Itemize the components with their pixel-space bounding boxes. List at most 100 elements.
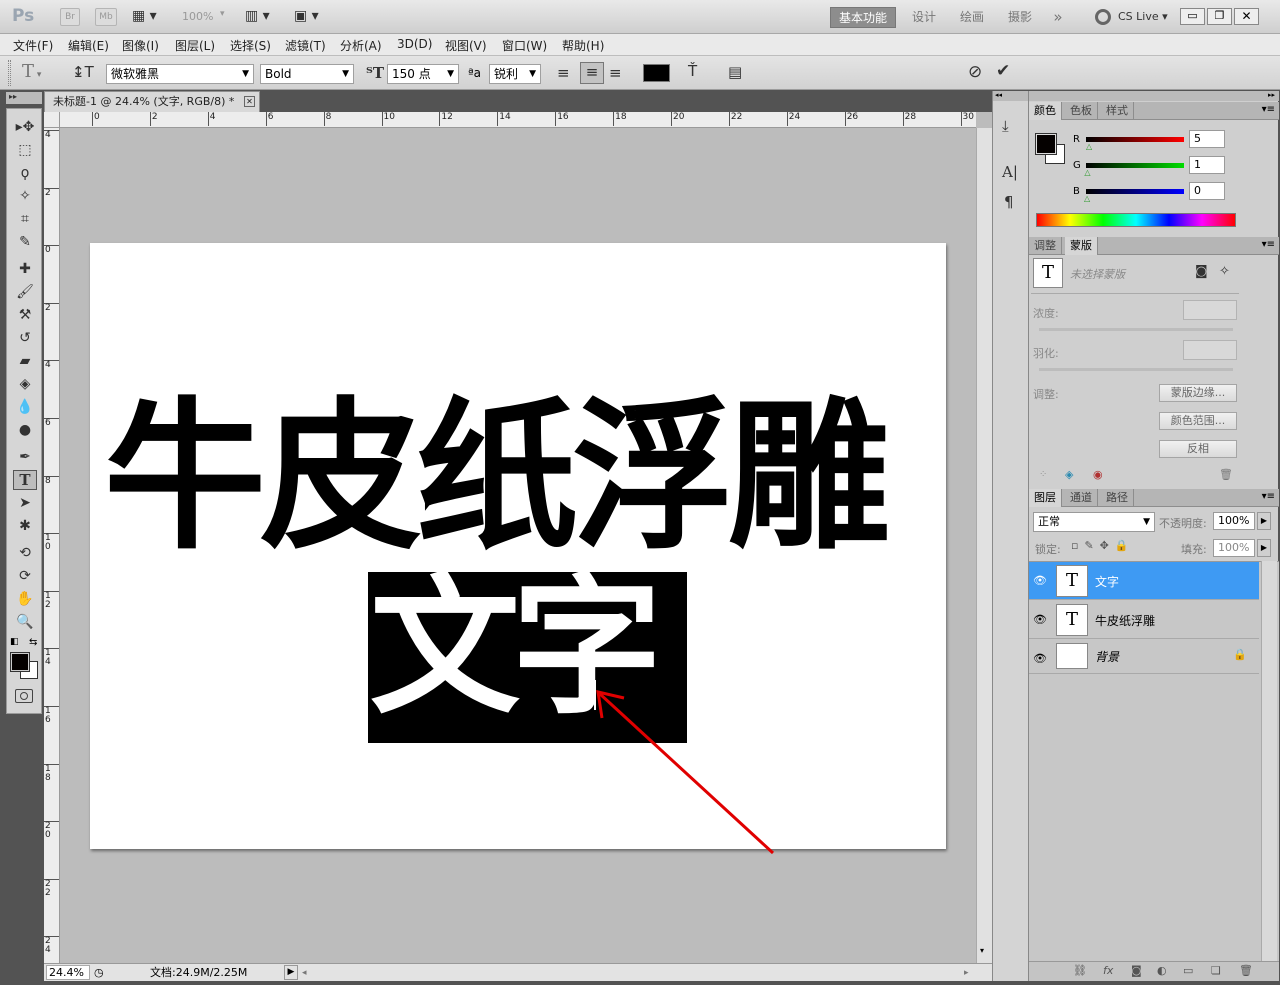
workspace-photography[interactable]: 摄影 [1002, 7, 1038, 28]
menu-layer[interactable]: 图层(L) [175, 37, 215, 54]
quick-select-tool-icon[interactable]: ✧ [13, 186, 37, 206]
delete-mask-icon[interactable]: 🗑 [1219, 468, 1233, 481]
apply-mask-icon[interactable]: ◈ [1065, 468, 1073, 481]
more-workspaces-button[interactable]: » [1046, 7, 1070, 28]
r-slider-thumb[interactable]: △ [1086, 142, 1092, 151]
tab-styles[interactable]: 样式 [1101, 102, 1134, 120]
layer-effects-icon[interactable]: fx [1103, 964, 1113, 977]
hand-tool-icon[interactable]: ✋ [13, 589, 37, 609]
dodge-tool-icon[interactable]: ● [13, 420, 37, 440]
color-panel-menu-icon[interactable]: ▾≡ [1262, 104, 1275, 115]
3d-orbit-tool-icon[interactable]: ⟳ [13, 566, 37, 586]
g-input[interactable]: 1 [1189, 156, 1225, 174]
menu-help[interactable]: 帮助(H) [562, 37, 604, 54]
close-window-button[interactable]: ✕ [1234, 8, 1259, 25]
commit-edit-icon[interactable]: ✔ [996, 61, 1010, 81]
fill-input[interactable]: 100% [1213, 539, 1255, 557]
new-layer-icon[interactable]: ❏ [1211, 964, 1221, 977]
swap-colors-icon[interactable]: ⇆ [29, 637, 37, 648]
b-input[interactable]: 0 [1189, 182, 1225, 200]
layer-row[interactable]: 👁 背景 🔒 [1029, 640, 1259, 674]
new-group-icon[interactable]: ▭ [1183, 964, 1193, 977]
color-spectrum-bar[interactable] [1036, 213, 1236, 227]
g-slider[interactable] [1086, 163, 1184, 168]
ruler-origin[interactable] [44, 112, 60, 128]
tab-channels[interactable]: 通道 [1065, 489, 1098, 507]
layer-row[interactable]: 👁 T 文字 [1029, 562, 1259, 600]
view-extras-icon[interactable]: ▦ ▾ [132, 8, 157, 24]
paint-bucket-tool-icon[interactable]: ◈ [13, 374, 37, 394]
feather-slider[interactable] [1039, 368, 1233, 371]
menu-3d[interactable]: 3D(D) [397, 37, 432, 51]
load-selection-icon[interactable]: ⁘ [1039, 469, 1047, 480]
link-layers-icon[interactable]: ⛓ [1073, 964, 1087, 977]
scroll-left-icon[interactable]: ◂ [302, 965, 307, 982]
screen-mode-icon[interactable]: ▣ ▾ [294, 8, 319, 24]
history-panel-icon[interactable]: ⤓ [1002, 117, 1009, 135]
r-input[interactable]: 5 [1189, 130, 1225, 148]
align-center-icon[interactable]: ≡ [580, 62, 604, 84]
panels-collapse-handle[interactable]: ▸▸ [1029, 91, 1279, 101]
text-color-swatch[interactable] [643, 64, 670, 82]
healing-brush-tool-icon[interactable]: ✚ [13, 259, 37, 279]
layers-panel-menu-icon[interactable]: ▾≡ [1262, 491, 1275, 502]
menu-view[interactable]: 视图(V) [445, 37, 487, 54]
lasso-tool-icon[interactable]: ϙ [13, 163, 37, 183]
layers-scrollbar[interactable] [1261, 561, 1277, 961]
tools-collapse-handle[interactable]: ▸▸ [6, 92, 42, 104]
crop-tool-icon[interactable]: ⌗ [13, 209, 37, 229]
text-layer-main[interactable]: 牛皮纸浮雕 [104, 385, 890, 571]
feather-input[interactable] [1183, 340, 1237, 360]
opacity-arrow-icon[interactable]: ▶ [1257, 512, 1271, 530]
mask-edge-button[interactable]: 蒙版边缘... [1159, 384, 1237, 402]
font-size-select[interactable]: 150 点 ▼ [387, 64, 459, 84]
b-slider[interactable] [1086, 189, 1184, 194]
disable-mask-icon[interactable]: ◉ [1093, 468, 1103, 481]
tab-adjustments[interactable]: 调整 [1029, 237, 1062, 255]
density-input[interactable] [1183, 300, 1237, 320]
3d-rotate-tool-icon[interactable]: ⟲ [13, 543, 37, 563]
menu-window[interactable]: 窗口(W) [502, 37, 547, 54]
menu-analysis[interactable]: 分析(A) [340, 37, 382, 54]
align-right-icon[interactable]: ≡ [609, 64, 622, 82]
type-tool-icon[interactable]: T [13, 470, 37, 490]
move-tool-icon[interactable]: ▸✥ [13, 117, 37, 137]
brush-tool-icon[interactable]: 🖌 [13, 282, 37, 302]
shape-tool-icon[interactable]: ✱ [13, 516, 37, 536]
document-tab[interactable]: 未标题-1 @ 24.4% (文字, RGB/8) * ✕ [44, 91, 260, 112]
tab-layers[interactable]: 图层 [1029, 489, 1062, 507]
warp-text-icon[interactable]: Ť [688, 62, 697, 80]
blur-tool-icon[interactable]: 💧 [13, 397, 37, 417]
foreground-color-swatch[interactable] [10, 652, 30, 672]
tab-masks[interactable]: 蒙版 [1065, 237, 1098, 255]
r-slider[interactable] [1086, 137, 1184, 142]
mini-bridge-button[interactable]: Mb [95, 8, 117, 26]
pen-tool-icon[interactable]: ✒ [13, 447, 37, 467]
add-mask-icon[interactable]: ◙ [1131, 964, 1142, 977]
minimize-button[interactable]: ▭ [1180, 8, 1205, 25]
opacity-input[interactable]: 100% [1213, 512, 1255, 530]
color-panel-fg-swatch[interactable] [1035, 133, 1057, 155]
menu-select[interactable]: 选择(S) [230, 37, 271, 54]
path-select-tool-icon[interactable]: ➤ [13, 493, 37, 513]
mask-panel-menu-icon[interactable]: ▾≡ [1262, 239, 1275, 250]
fill-arrow-icon[interactable]: ▶ [1257, 539, 1271, 557]
menu-filter[interactable]: 滤镜(T) [285, 37, 326, 54]
zoom-select[interactable]: 100% [182, 10, 213, 23]
status-menu-arrow-icon[interactable]: ▶ [284, 965, 298, 980]
vertical-scrollbar[interactable]: ▾ [976, 128, 992, 963]
marquee-tool-icon[interactable]: ⬚ [13, 140, 37, 160]
vertical-ruler[interactable]: 4 2 0 2 4 6 8 1 0 1 2 1 4 1 6 1 8 2 0 2 2 2 4 [44, 128, 60, 963]
scroll-down-icon[interactable]: ▾ [980, 946, 984, 955]
g-slider-thumb[interactable]: △ [1084, 168, 1090, 177]
align-left-icon[interactable]: ≡ [557, 64, 570, 82]
color-range-button[interactable]: 颜色范围... [1159, 412, 1237, 430]
history-brush-tool-icon[interactable]: ↺ [13, 328, 37, 348]
horizontal-ruler[interactable]: 0 2 4 6 8 10 12 14 16 18 20 22 24 26 28 30 [44, 112, 976, 128]
tab-paths[interactable]: 路径 [1101, 489, 1134, 507]
tool-preset-picker[interactable]: T ▾ [22, 61, 41, 82]
tab-swatches[interactable]: 色板 [1065, 102, 1098, 120]
workspace-painting[interactable]: 绘画 [954, 7, 990, 28]
clone-stamp-tool-icon[interactable]: ⚒ [13, 305, 37, 325]
invert-button[interactable]: 反相 [1159, 440, 1237, 458]
